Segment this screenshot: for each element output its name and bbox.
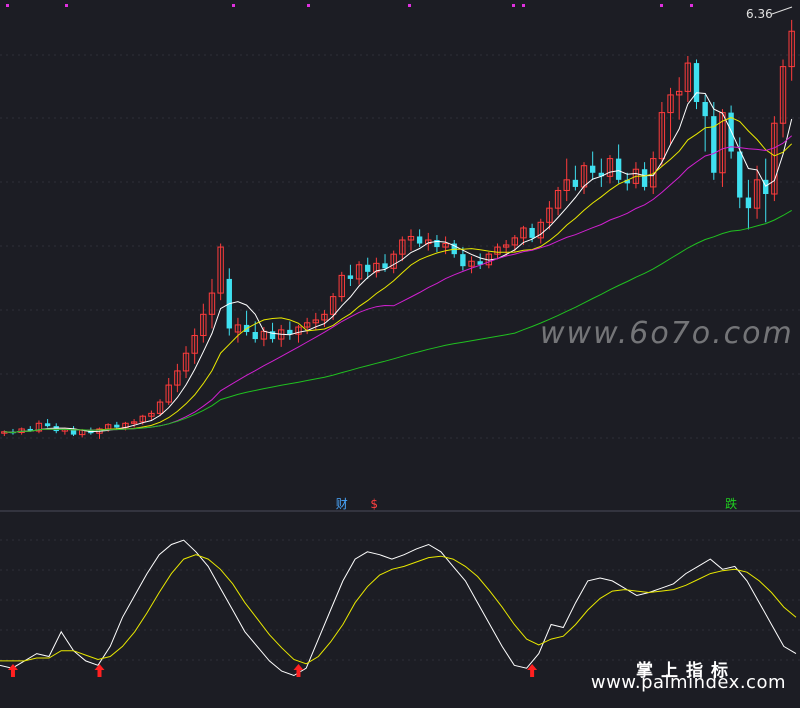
watermark-6o7o: www.6o7o.com: [540, 316, 794, 351]
top-dot: [522, 4, 525, 7]
top-dot: [690, 4, 693, 7]
candle-body: [693, 63, 700, 102]
candle-body: [416, 236, 423, 244]
top-dot: [512, 4, 515, 7]
candle-body: [641, 169, 648, 187]
candle-body: [44, 423, 51, 427]
candle-body: [615, 158, 622, 180]
top-dot: [6, 4, 9, 7]
top-dot: [408, 4, 411, 7]
candle-body: [711, 116, 717, 173]
candle-body: [572, 179, 579, 187]
top-dot: [307, 4, 310, 7]
candle-body: [382, 263, 388, 269]
event-marker: 财: [336, 497, 348, 511]
candle-body: [347, 275, 354, 279]
top-dot: [660, 4, 663, 7]
candle-body: [287, 329, 293, 335]
watermark-url: www.palmindex.com: [590, 672, 786, 693]
stock-chart: 财$跌涨榜 6.36: [0, 0, 800, 708]
candle-body: [589, 165, 596, 173]
price-label: 6.36: [746, 7, 773, 21]
candle-body: [460, 254, 466, 267]
event-marker: $: [370, 497, 378, 511]
top-dot: [65, 4, 68, 7]
candle-body: [737, 151, 743, 198]
candle-body: [745, 197, 752, 209]
candle-body: [529, 227, 535, 238]
top-dot: [232, 4, 235, 7]
candle-body: [114, 424, 120, 428]
candle-body: [365, 264, 371, 272]
event-marker: 跌: [725, 496, 737, 511]
candle-body: [702, 102, 708, 117]
candle-body: [252, 332, 258, 340]
